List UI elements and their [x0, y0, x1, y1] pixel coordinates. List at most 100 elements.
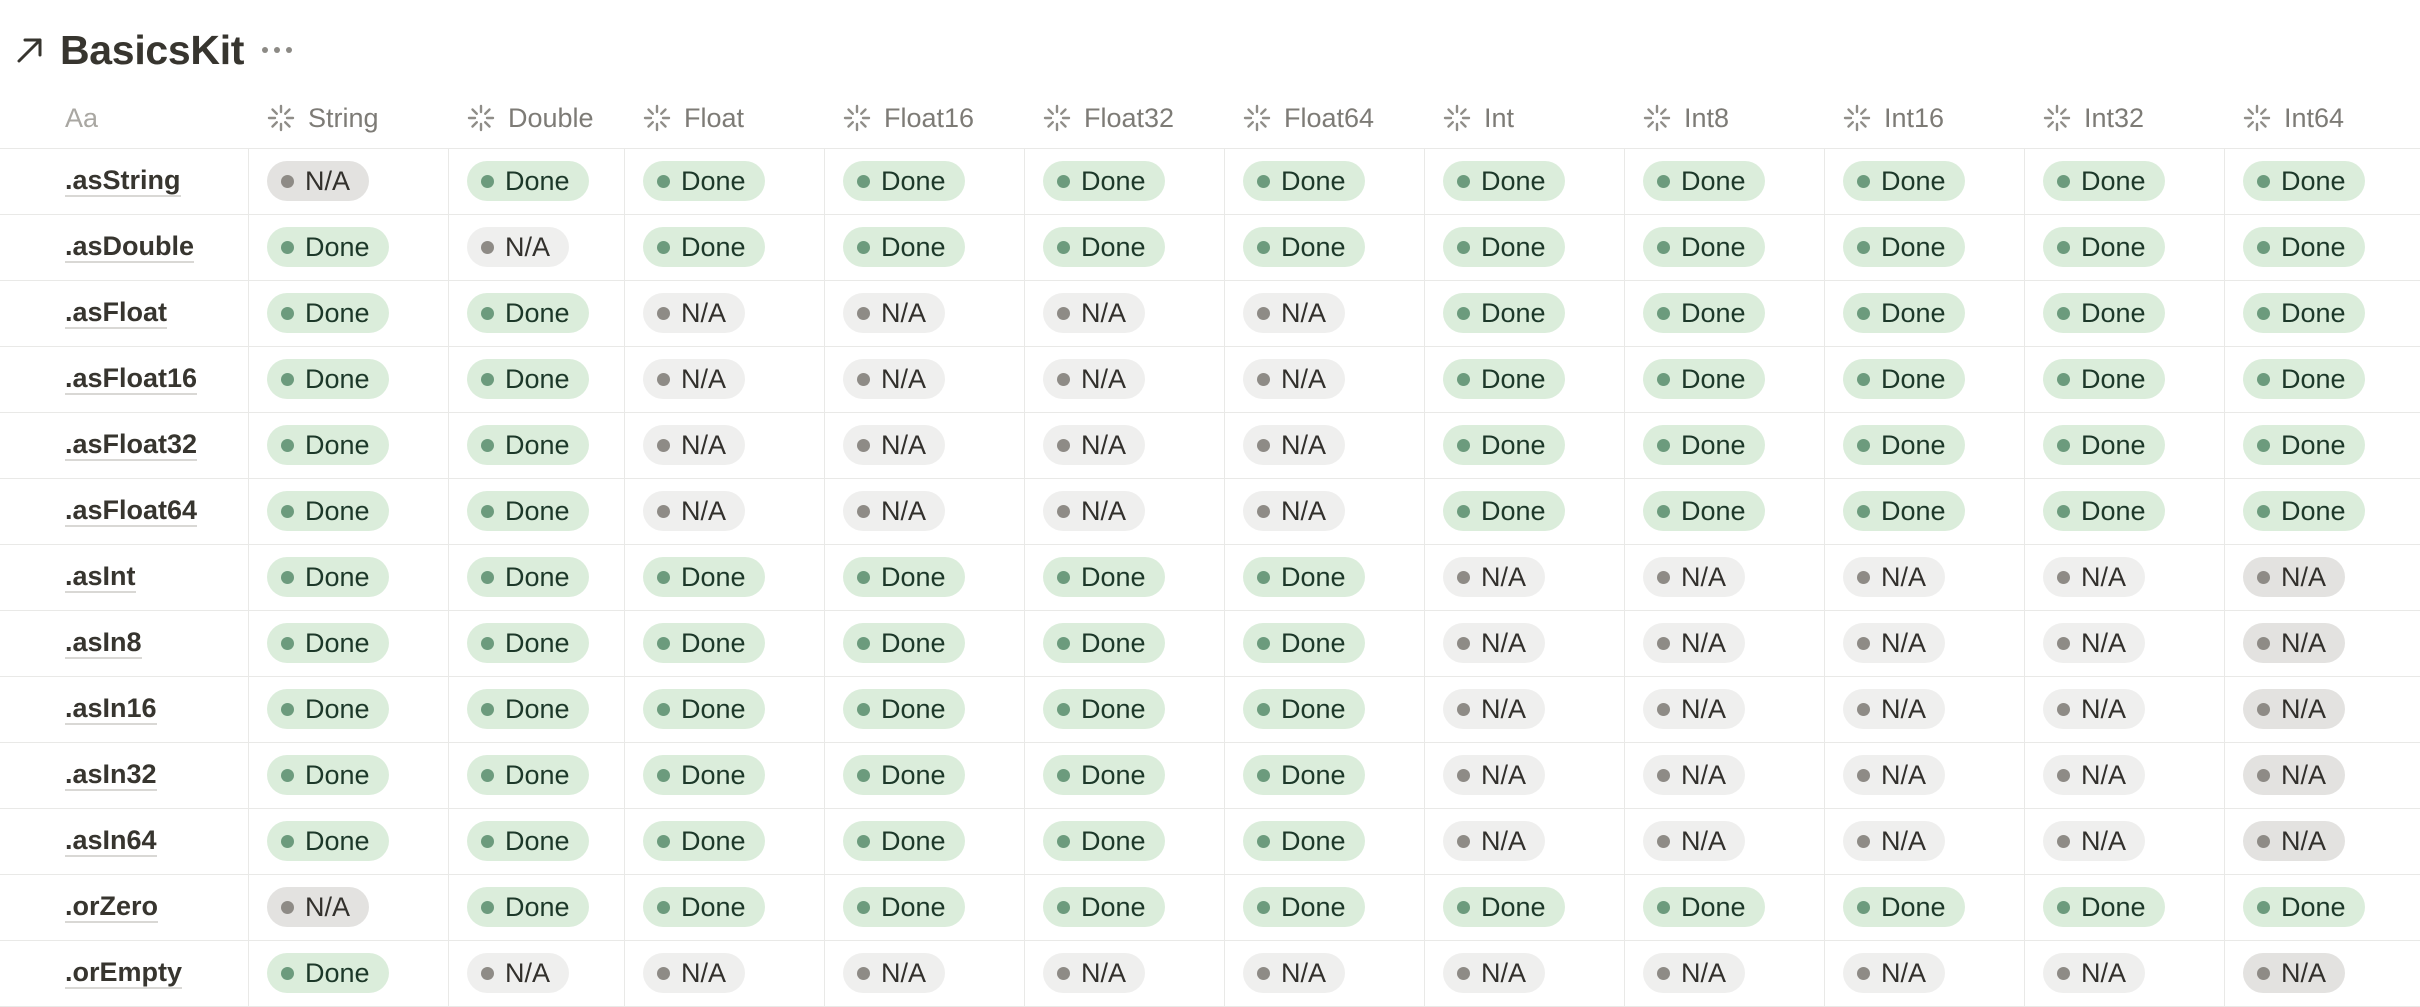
status-cell-int32[interactable]: N/A	[2024, 742, 2224, 808]
status-cell-int[interactable]: N/A	[1424, 676, 1624, 742]
status-cell-string[interactable]: Done	[248, 214, 448, 280]
row-name-cell[interactable]: .asIn64	[0, 808, 248, 874]
status-cell-float16[interactable]: Done	[824, 808, 1024, 874]
status-cell-string[interactable]: Done	[248, 610, 448, 676]
row-name-link[interactable]: .asFloat16	[65, 363, 198, 395]
status-cell-float32[interactable]: Done	[1024, 148, 1224, 214]
table-row[interactable]: .asIn8 Done Done Done Done Done Done N/A N/A N/A N…	[0, 610, 2420, 677]
column-header-name[interactable]: Aa	[0, 88, 248, 148]
status-cell-float[interactable]: N/A	[624, 346, 824, 412]
column-header-float[interactable]: Float	[624, 88, 824, 148]
status-cell-int32[interactable]: Done	[2024, 148, 2224, 214]
status-cell-float64[interactable]: Done	[1224, 676, 1424, 742]
status-cell-int32[interactable]: Done	[2024, 280, 2224, 346]
column-header-int[interactable]: Int	[1424, 88, 1624, 148]
column-header-double[interactable]: Double	[448, 88, 624, 148]
status-cell-float16[interactable]: N/A	[824, 280, 1024, 346]
status-cell-float[interactable]: N/A	[624, 280, 824, 346]
table-row[interactable]: .asIn32 Done Done Done Done Done Done N/A N/A N/A…	[0, 742, 2420, 809]
status-cell-int8[interactable]: N/A	[1624, 610, 1824, 676]
status-cell-float16[interactable]: Done	[824, 874, 1024, 940]
status-cell-float[interactable]: Done	[624, 544, 824, 610]
status-cell-float32[interactable]: Done	[1024, 808, 1224, 874]
column-header-int16[interactable]: Int16	[1824, 88, 2024, 148]
row-name-cell[interactable]: .asFloat	[0, 280, 248, 346]
status-cell-float64[interactable]: Done	[1224, 610, 1424, 676]
row-name-cell[interactable]: .asIn8	[0, 610, 248, 676]
status-cell-int64[interactable]: Done	[2224, 874, 2420, 940]
status-cell-int8[interactable]: Done	[1624, 412, 1824, 478]
status-cell-double[interactable]: Done	[448, 808, 624, 874]
status-cell-float16[interactable]: Done	[824, 742, 1024, 808]
status-cell-float32[interactable]: N/A	[1024, 478, 1224, 544]
status-cell-float64[interactable]: N/A	[1224, 478, 1424, 544]
row-name-link[interactable]: .asFloat64	[65, 495, 198, 527]
status-cell-int16[interactable]: Done	[1824, 478, 2024, 544]
status-cell-int[interactable]: N/A	[1424, 940, 1624, 1006]
table-row[interactable]: .asIn64 Done Done Done Done Done Done N/A N/A N/A…	[0, 808, 2420, 875]
column-header-int8[interactable]: Int8	[1624, 88, 1824, 148]
status-cell-int16[interactable]: N/A	[1824, 544, 2024, 610]
column-header-float32[interactable]: Float32	[1024, 88, 1224, 148]
status-cell-double[interactable]: Done	[448, 412, 624, 478]
status-cell-float32[interactable]: Done	[1024, 676, 1224, 742]
status-cell-int32[interactable]: Done	[2024, 874, 2224, 940]
status-cell-int32[interactable]: Done	[2024, 478, 2224, 544]
row-name-cell[interactable]: .asFloat16	[0, 346, 248, 412]
status-cell-int64[interactable]: N/A	[2224, 610, 2420, 676]
status-cell-int64[interactable]: Done	[2224, 346, 2420, 412]
status-cell-int32[interactable]: N/A	[2024, 808, 2224, 874]
status-cell-float[interactable]: Done	[624, 610, 824, 676]
status-cell-float64[interactable]: N/A	[1224, 280, 1424, 346]
status-cell-int[interactable]: N/A	[1424, 808, 1624, 874]
status-cell-int[interactable]: N/A	[1424, 742, 1624, 808]
status-cell-int64[interactable]: Done	[2224, 478, 2420, 544]
status-cell-float32[interactable]: N/A	[1024, 280, 1224, 346]
status-cell-int8[interactable]: Done	[1624, 148, 1824, 214]
status-cell-int8[interactable]: N/A	[1624, 940, 1824, 1006]
status-cell-double[interactable]: Done	[448, 610, 624, 676]
column-header-float64[interactable]: Float64	[1224, 88, 1424, 148]
status-cell-int64[interactable]: N/A	[2224, 742, 2420, 808]
status-cell-double[interactable]: Done	[448, 742, 624, 808]
status-cell-float64[interactable]: Done	[1224, 874, 1424, 940]
ellipsis-icon[interactable]	[262, 44, 293, 56]
status-cell-double[interactable]: Done	[448, 544, 624, 610]
column-header-float16[interactable]: Float16	[824, 88, 1024, 148]
status-cell-int[interactable]: Done	[1424, 874, 1624, 940]
row-name-link[interactable]: .asFloat	[65, 297, 168, 329]
table-row[interactable]: .orEmpty Done N/A N/A N/A N/A N/A N/A N/A N/A N/A N…	[0, 940, 2420, 1007]
status-cell-float16[interactable]: Done	[824, 610, 1024, 676]
status-cell-float32[interactable]: Done	[1024, 214, 1224, 280]
status-cell-float[interactable]: N/A	[624, 478, 824, 544]
status-cell-int64[interactable]: N/A	[2224, 676, 2420, 742]
status-cell-int8[interactable]: N/A	[1624, 742, 1824, 808]
status-cell-string[interactable]: N/A	[248, 148, 448, 214]
row-name-cell[interactable]: .asDouble	[0, 214, 248, 280]
status-cell-string[interactable]: Done	[248, 742, 448, 808]
table-row[interactable]: .asIn16 Done Done Done Done Done Done N/A N/A N/A…	[0, 676, 2420, 743]
status-cell-float[interactable]: Done	[624, 874, 824, 940]
status-cell-int64[interactable]: Done	[2224, 412, 2420, 478]
status-cell-int8[interactable]: N/A	[1624, 808, 1824, 874]
row-name-link[interactable]: .orEmpty	[65, 957, 183, 989]
status-cell-int64[interactable]: N/A	[2224, 808, 2420, 874]
status-cell-int8[interactable]: N/A	[1624, 676, 1824, 742]
status-cell-int[interactable]: Done	[1424, 280, 1624, 346]
status-cell-float32[interactable]: Done	[1024, 610, 1224, 676]
status-cell-int64[interactable]: N/A	[2224, 544, 2420, 610]
status-cell-float[interactable]: Done	[624, 148, 824, 214]
row-name-cell[interactable]: .orEmpty	[0, 940, 248, 1006]
table-row[interactable]: .asFloat32 Done Done N/A N/A N/A N/A Done Done Do…	[0, 412, 2420, 479]
status-cell-float16[interactable]: Done	[824, 544, 1024, 610]
status-cell-float[interactable]: N/A	[624, 412, 824, 478]
status-cell-int64[interactable]: Done	[2224, 148, 2420, 214]
status-cell-float32[interactable]: N/A	[1024, 412, 1224, 478]
status-cell-int32[interactable]: N/A	[2024, 676, 2224, 742]
status-cell-int16[interactable]: N/A	[1824, 808, 2024, 874]
status-cell-float64[interactable]: Done	[1224, 148, 1424, 214]
table-row[interactable]: .asFloat64 Done Done N/A N/A N/A N/A Done Done Do…	[0, 478, 2420, 545]
status-cell-float16[interactable]: Done	[824, 676, 1024, 742]
row-name-link[interactable]: .asIn8	[65, 627, 142, 659]
status-cell-int[interactable]: N/A	[1424, 610, 1624, 676]
